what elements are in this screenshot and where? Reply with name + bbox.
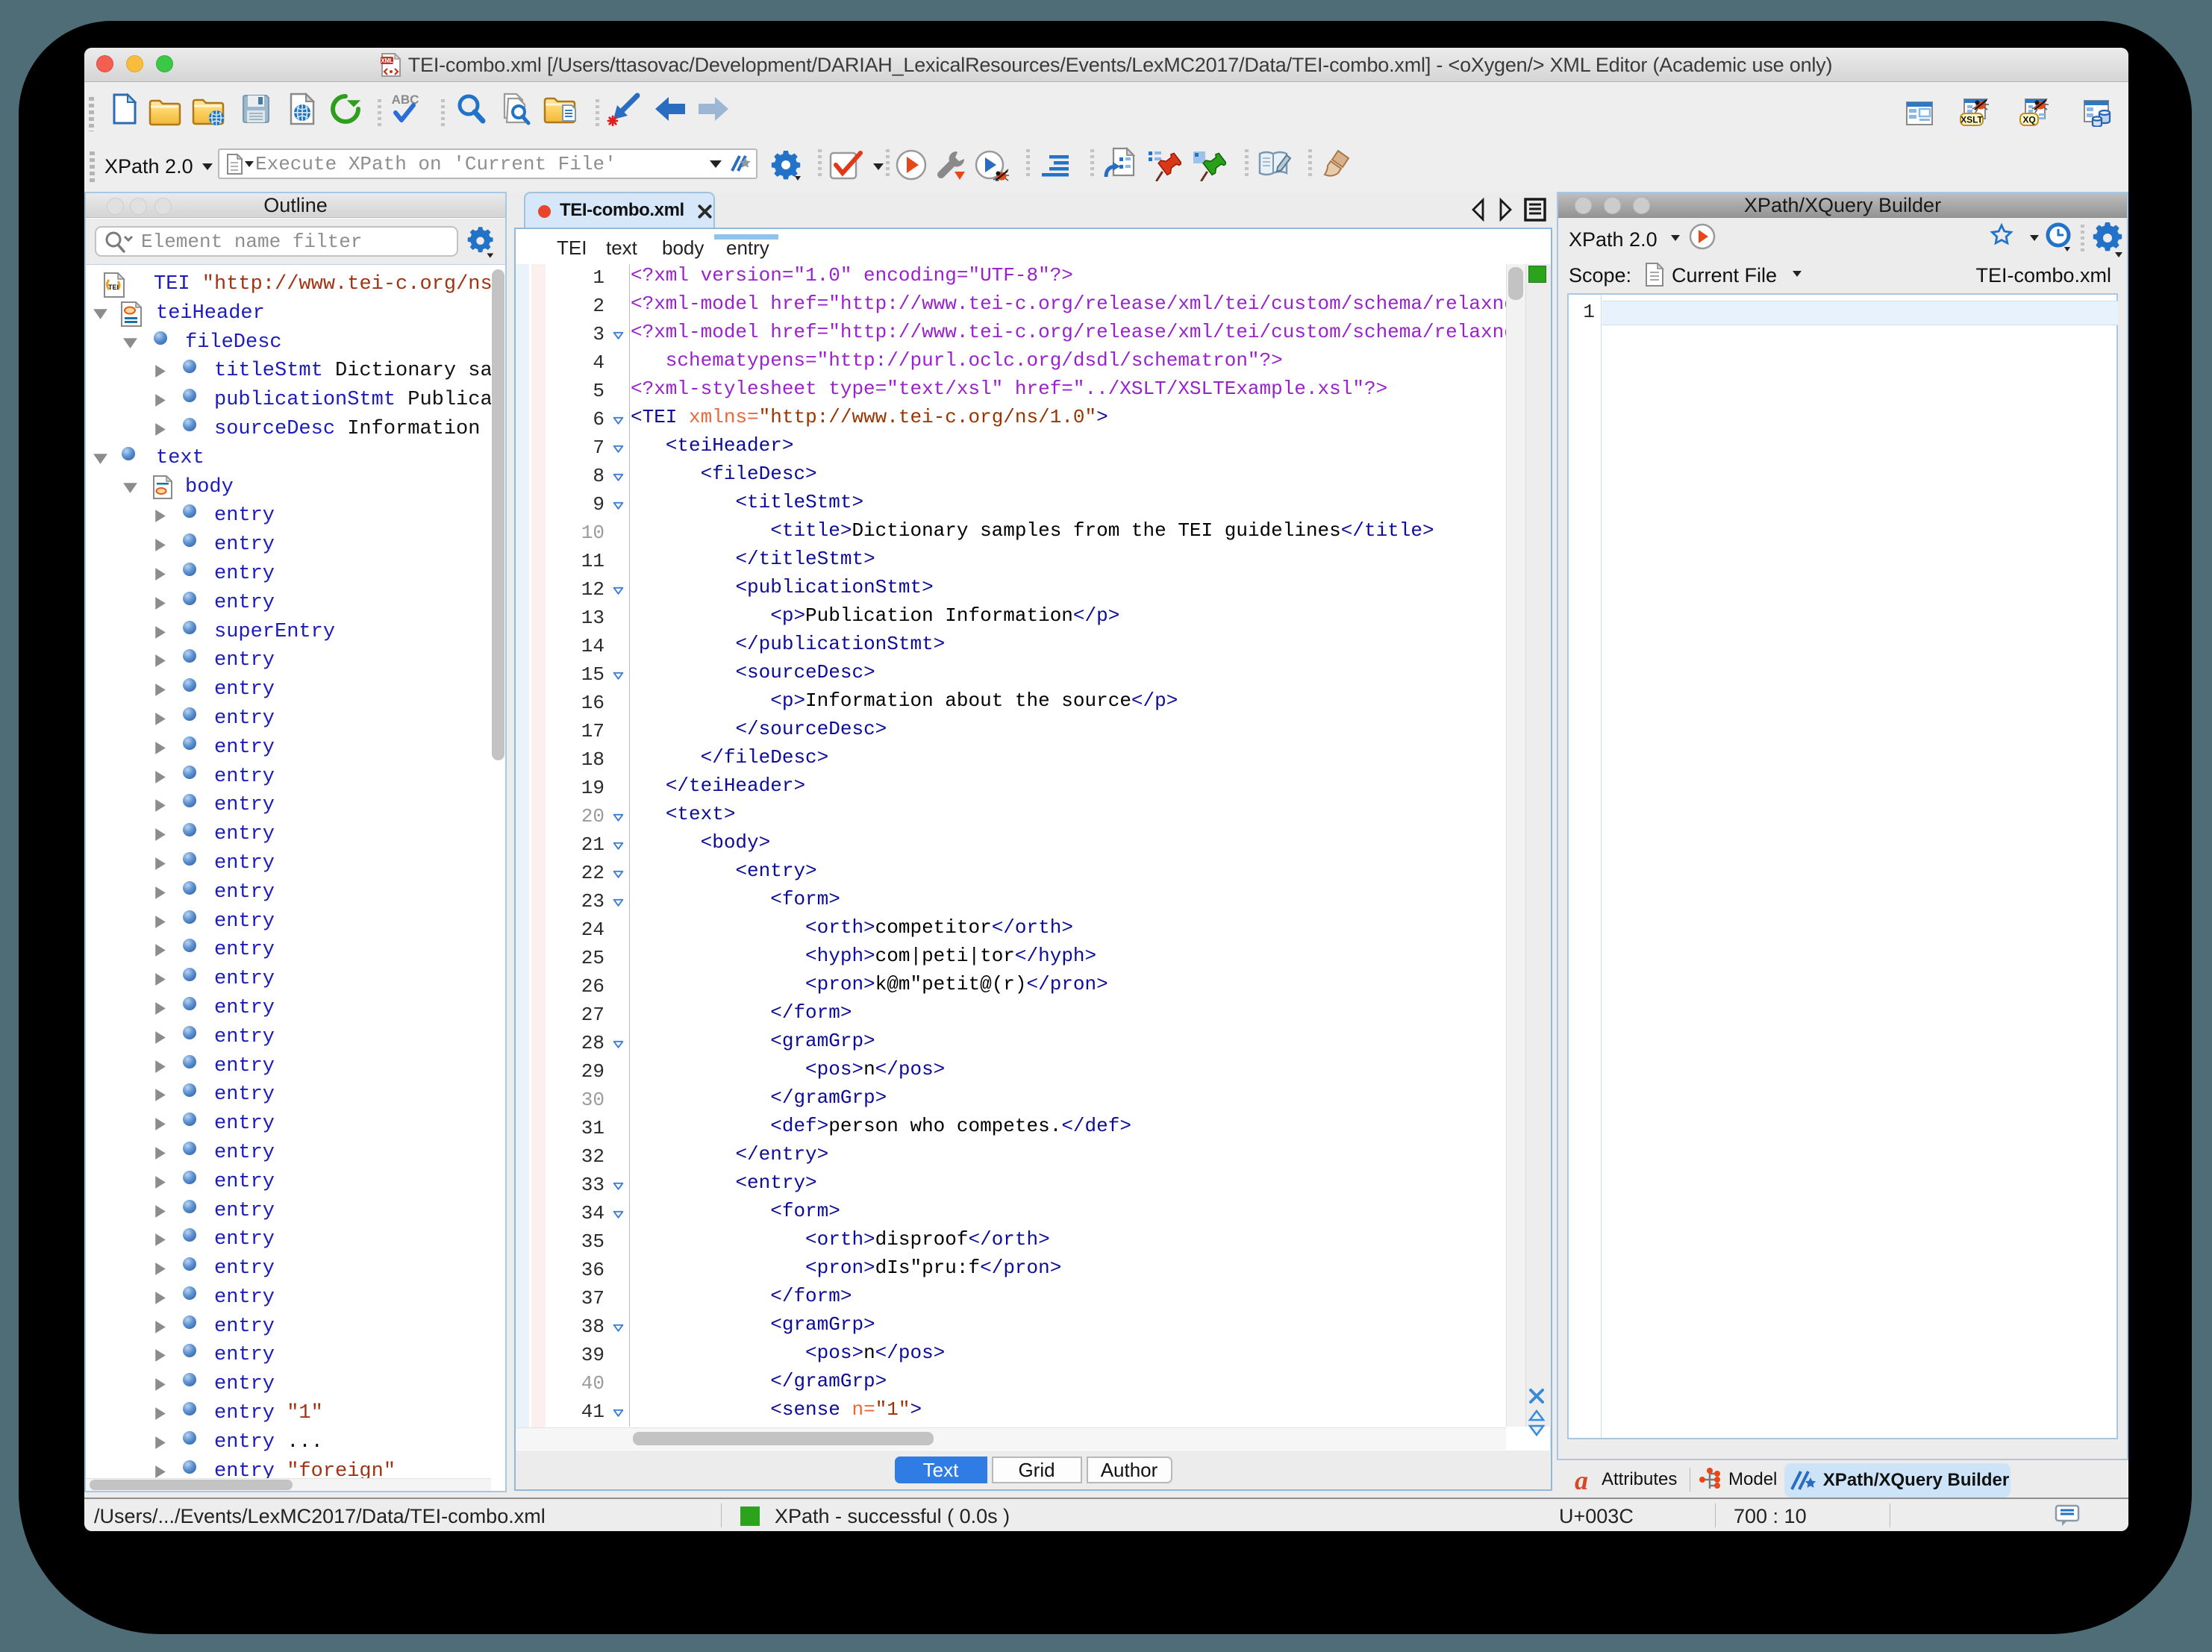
svg-text:XSLT: XSLT xyxy=(1961,115,1983,125)
svg-text:XML: XML xyxy=(381,57,393,64)
svg-text:TEI: TEI xyxy=(108,284,119,291)
svg-text:XQ: XQ xyxy=(2022,115,2035,125)
